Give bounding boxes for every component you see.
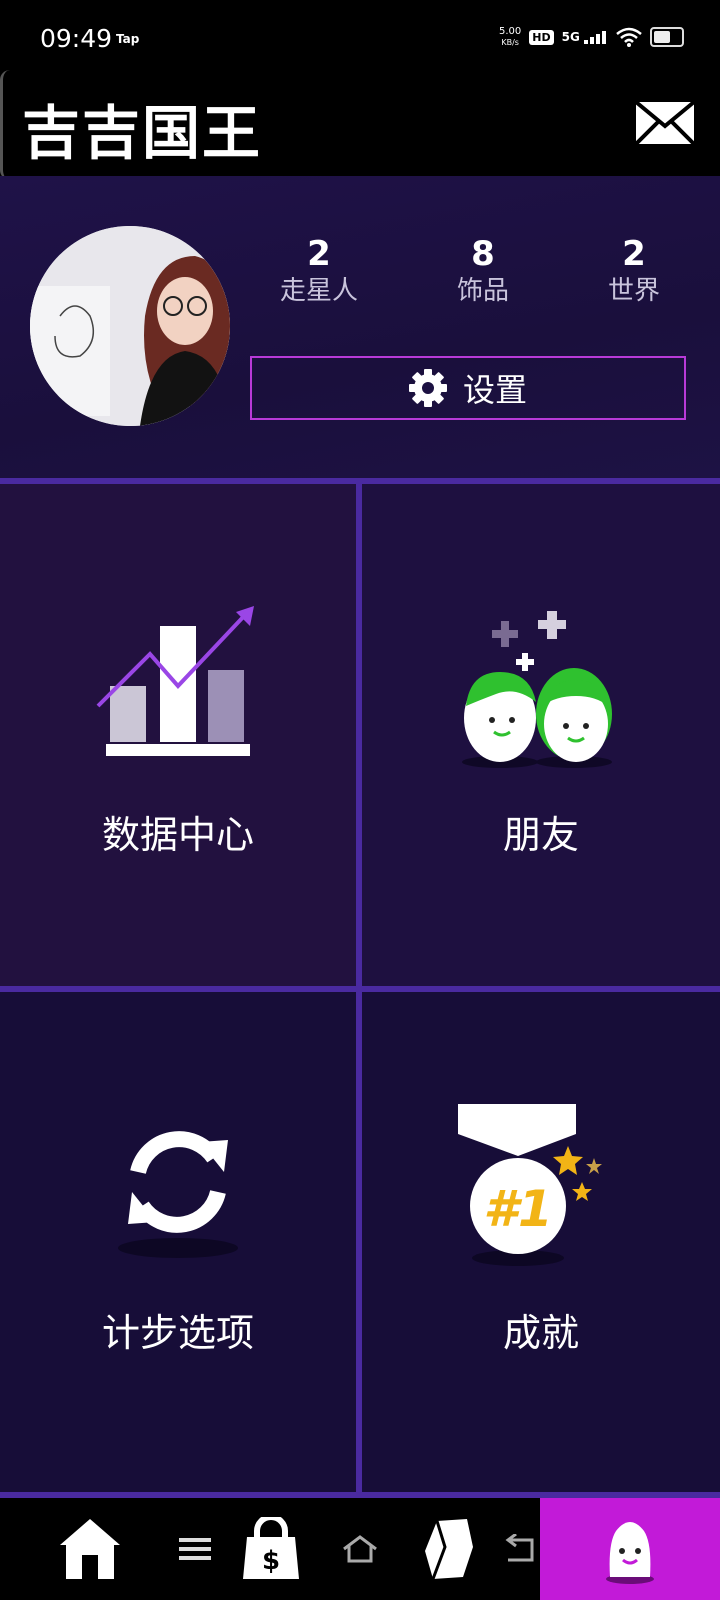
nav-home[interactable] <box>30 1498 150 1600</box>
net-speed: 5.00 KB/s <box>499 26 521 48</box>
nav-shop[interactable]: $ <box>226 1498 316 1600</box>
svg-text:$: $ <box>262 1546 280 1576</box>
network-type: 5G <box>561 30 580 44</box>
net-speed-unit: KB/s <box>501 38 519 47</box>
back-icon <box>505 1534 534 1562</box>
stat-walkers-label: 走星人 <box>279 276 358 306</box>
menu-icon <box>179 1538 211 1560</box>
system-back-button[interactable] <box>494 1498 544 1600</box>
stat-accessories-value: 8 <box>471 234 495 274</box>
friends-icon <box>462 611 612 768</box>
medal-icon: #1 <box>458 1104 602 1266</box>
stat-accessories[interactable]: 8 饰品 <box>413 234 553 308</box>
wifi-icon <box>616 27 642 47</box>
header-edge-decoration <box>0 70 15 180</box>
settings-label: 设置 <box>462 371 527 409</box>
chart-icon <box>96 606 254 756</box>
tile-friends[interactable]: 朋友 <box>362 484 720 986</box>
stat-walkers-value: 2 <box>307 234 331 274</box>
mail-button[interactable] <box>634 98 696 148</box>
signal-icon: 5G <box>562 30 608 44</box>
home-icon <box>60 1519 120 1579</box>
stat-worlds[interactable]: 2 世界 <box>564 234 704 308</box>
tile-step-options[interactable]: 计步选项 <box>0 992 356 1492</box>
mail-icon <box>634 100 696 146</box>
bottom-nav: $ <box>0 1498 720 1600</box>
avatar-photo <box>30 226 230 426</box>
nav-gem[interactable] <box>404 1498 494 1600</box>
system-home-icon <box>343 1535 377 1563</box>
page-title: 吉吉国王 <box>22 99 263 167</box>
tile-achievements[interactable]: #1 成就 <box>362 992 720 1492</box>
avatar[interactable] <box>30 226 230 426</box>
menu-grid: 数据中心 朋友 计步选项 #1 成就 <box>0 478 720 1498</box>
stat-walkers[interactable]: 2 走星人 <box>249 234 389 308</box>
stat-worlds-label: 世界 <box>607 276 660 306</box>
status-bar: 09:49 Tap 5.00 KB/s HD 5G <box>0 0 720 80</box>
profile-section: 2 走星人 8 饰品 2 世界 设置 <box>0 176 720 478</box>
header: 吉吉国王 <box>0 70 720 180</box>
battery-icon <box>650 27 684 47</box>
medal-text: #1 <box>483 1180 553 1238</box>
gem-icon <box>425 1519 473 1580</box>
nav-profile[interactable] <box>540 1498 720 1600</box>
shop-icon: $ <box>243 1517 299 1579</box>
stat-worlds-value: 2 <box>622 234 646 274</box>
status-time: 09:49 <box>40 24 113 53</box>
gear-icon <box>408 369 447 407</box>
status-tap-label: Tap <box>116 32 140 46</box>
tile-friends-label: 朋友 <box>502 813 579 857</box>
tile-step-options-label: 计步选项 <box>101 1311 254 1355</box>
stat-accessories-label: 饰品 <box>456 276 509 306</box>
tile-data-center-label: 数据中心 <box>101 813 254 857</box>
tile-data-center[interactable]: 数据中心 <box>0 484 356 986</box>
profile-icon <box>606 1522 654 1584</box>
system-home-button[interactable] <box>330 1498 390 1600</box>
tile-achievements-label: 成就 <box>502 1311 579 1355</box>
hd-icon: HD <box>529 29 554 45</box>
settings-button[interactable]: 设置 <box>250 356 686 420</box>
status-icons: 5.00 KB/s HD 5G <box>499 26 684 48</box>
menu-button[interactable] <box>170 1498 220 1600</box>
net-speed-value: 5.00 <box>499 26 522 37</box>
sync-icon <box>118 1131 238 1258</box>
